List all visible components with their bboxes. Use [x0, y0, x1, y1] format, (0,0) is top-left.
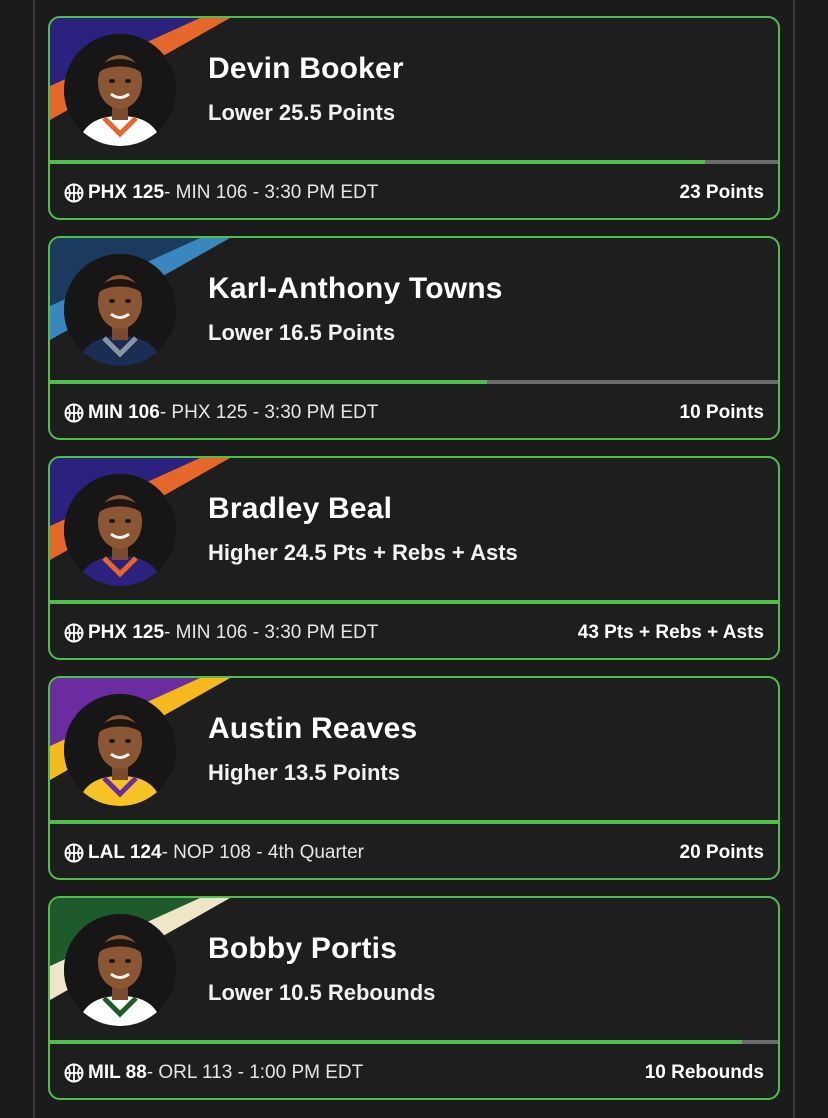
game-info: PHX 125 - MIN 106 - 3:30 PM EDT — [64, 182, 378, 204]
player-avatar — [64, 914, 176, 1026]
pick-line: Lower 25.5 Points — [208, 100, 396, 125]
game-footer: MIL 88 - ORL 113 - 1:00 PM EDT 10 Reboun… — [64, 1058, 764, 1088]
stat-progress-fill — [50, 160, 706, 164]
stat-result: 10 Rebounds — [644, 1062, 764, 1083]
stat-progress-fill — [50, 1040, 742, 1044]
game-footer: LAL 124 - NOP 108 - 4th Quarter 20 Point… — [64, 838, 764, 868]
stat-progress-fill — [50, 820, 778, 824]
stat-progress-bar — [50, 600, 778, 604]
pick-card-list: Devin Booker Lower 25.5 Points PHX 125 -… — [48, 16, 780, 1116]
player-name: Devin Booker — [208, 52, 404, 85]
stat-progress-bar — [50, 160, 778, 164]
basketball-icon — [64, 843, 84, 863]
player-avatar — [64, 254, 176, 366]
game-status: - NOP 108 - 4th Quarter — [161, 842, 364, 863]
player-name: Austin Reaves — [208, 712, 418, 745]
player-name: Bobby Portis — [208, 932, 398, 965]
game-footer: MIN 106 - PHX 125 - 3:30 PM EDT 10 Point… — [64, 398, 764, 428]
pick-card[interactable]: Bobby Portis Lower 10.5 Rebounds MIL 88 … — [48, 896, 780, 1100]
basketball-icon — [64, 183, 84, 203]
pick-card[interactable]: Devin Booker Lower 25.5 Points PHX 125 -… — [48, 16, 780, 220]
pick-card[interactable]: Bradley Beal Higher 24.5 Pts + Rebs + As… — [48, 456, 780, 660]
team-score: MIL 88 — [88, 1062, 147, 1083]
left-divider — [33, 0, 35, 1118]
right-divider — [793, 0, 795, 1118]
game-status: - MIN 106 - 3:30 PM EDT — [164, 622, 379, 643]
game-footer: PHX 125 - MIN 106 - 3:30 PM EDT 43 Pts +… — [64, 618, 764, 648]
game-info: LAL 124 - NOP 108 - 4th Quarter — [64, 842, 364, 864]
pick-line: Higher 13.5 Points — [208, 760, 400, 785]
stat-progress-fill — [50, 600, 778, 604]
game-status: - MIN 106 - 3:30 PM EDT — [164, 182, 379, 203]
pick-line: Lower 10.5 Rebounds — [208, 980, 436, 1005]
game-status: - PHX 125 - 3:30 PM EDT — [159, 402, 379, 423]
player-avatar — [64, 34, 176, 146]
game-status: - ORL 113 - 1:00 PM EDT — [146, 1062, 364, 1083]
pick-card[interactable]: Karl-Anthony Towns Lower 16.5 Points MIN… — [48, 236, 780, 440]
stat-progress-fill — [50, 380, 487, 384]
stat-result: 23 Points — [679, 182, 764, 203]
team-score: PHX 125 — [88, 182, 165, 203]
pick-line: Lower 16.5 Points — [208, 320, 396, 345]
player-avatar — [64, 474, 176, 586]
basketball-icon — [64, 623, 84, 643]
team-score: MIN 106 — [88, 402, 160, 423]
basketball-icon — [64, 1063, 84, 1083]
game-info: PHX 125 - MIN 106 - 3:30 PM EDT — [64, 622, 378, 644]
player-name: Karl-Anthony Towns — [208, 272, 503, 305]
player-avatar — [64, 694, 176, 806]
game-info: MIN 106 - PHX 125 - 3:30 PM EDT — [64, 402, 378, 424]
stat-progress-bar — [50, 820, 778, 824]
player-name: Bradley Beal — [208, 492, 393, 525]
basketball-icon — [64, 403, 84, 423]
stat-result: 20 Points — [679, 842, 764, 863]
stat-result: 43 Pts + Rebs + Asts — [577, 622, 764, 643]
team-score: PHX 125 — [88, 622, 165, 643]
pick-line: Higher 24.5 Pts + Rebs + Asts — [208, 540, 518, 565]
pick-card[interactable]: Austin Reaves Higher 13.5 Points LAL 124… — [48, 676, 780, 880]
stat-result: 10 Points — [679, 402, 764, 423]
game-info: MIL 88 - ORL 113 - 1:00 PM EDT — [64, 1062, 363, 1084]
stat-progress-bar — [50, 1040, 778, 1044]
team-score: LAL 124 — [88, 842, 162, 863]
stat-progress-bar — [50, 380, 778, 384]
game-footer: PHX 125 - MIN 106 - 3:30 PM EDT 23 Point… — [64, 178, 764, 208]
